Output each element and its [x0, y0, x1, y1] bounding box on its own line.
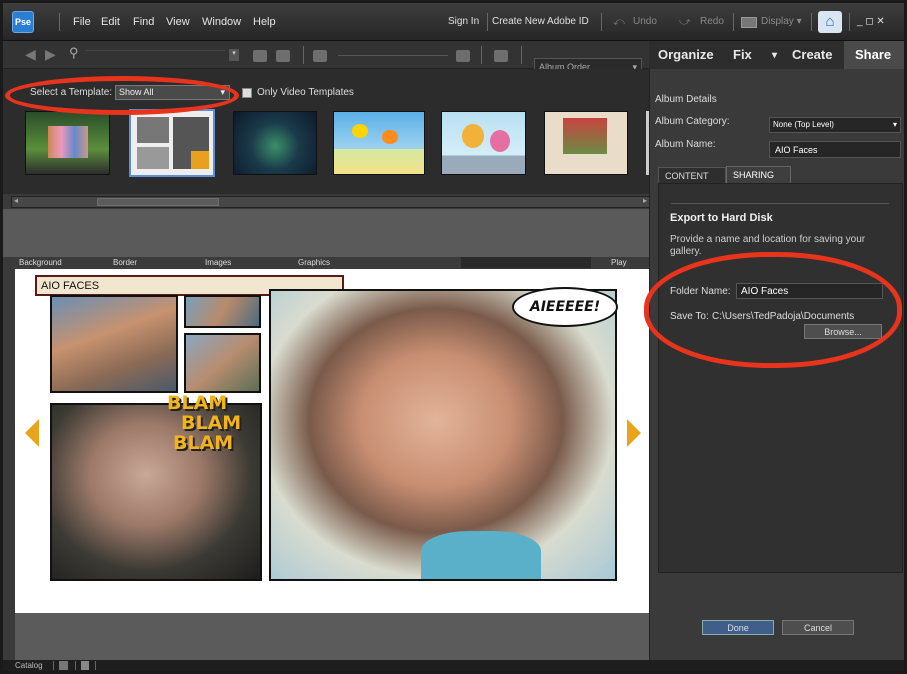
- album-category-select[interactable]: None (Top Level) ▾: [769, 117, 901, 133]
- menu-help[interactable]: Help: [253, 16, 276, 28]
- prev-arrow-icon[interactable]: [25, 419, 39, 447]
- rotate-right-icon[interactable]: [276, 50, 290, 62]
- video-only-checkbox[interactable]: [242, 88, 252, 98]
- album-name-input[interactable]: AIO Faces: [769, 141, 901, 158]
- tab-fix[interactable]: Fix: [733, 41, 752, 69]
- window-controls[interactable]: _ ◻ ✕: [857, 16, 885, 27]
- rotate-left-icon[interactable]: [253, 50, 267, 62]
- tab-create[interactable]: Create: [792, 41, 832, 69]
- undo-icon[interactable]: ⤺: [613, 16, 625, 29]
- template-thumbnail[interactable]: [233, 111, 317, 175]
- search-dropdown-icon[interactable]: ▾: [229, 49, 239, 61]
- home-icon[interactable]: ⌂: [818, 11, 842, 33]
- chevron-down-icon: ▾: [892, 120, 897, 129]
- tab-organize[interactable]: Organize: [658, 41, 714, 69]
- tab-sharing[interactable]: SHARING: [726, 166, 791, 184]
- menu-view[interactable]: View: [166, 16, 190, 28]
- album-details-heading: Album Details: [655, 94, 717, 105]
- redo-icon[interactable]: ⤻: [679, 16, 691, 29]
- gallery-preview: AIO FACES BLAM BLAM BLAM AIEEEEE!: [15, 269, 649, 613]
- tab-share[interactable]: Share: [855, 41, 891, 69]
- scrollbar-thumb[interactable]: [97, 198, 219, 206]
- menu-file[interactable]: File: [73, 16, 91, 28]
- blam-graphic[interactable]: BLAM BLAM BLAM: [167, 393, 259, 469]
- search-icon[interactable]: ⚲: [69, 45, 79, 61]
- tab-border[interactable]: Border: [113, 258, 137, 267]
- photo-group-top[interactable]: [184, 295, 261, 328]
- photo-men-pair[interactable]: [184, 333, 261, 393]
- photo-woman-main[interactable]: [269, 289, 617, 581]
- next-arrow-icon[interactable]: [627, 419, 641, 447]
- redo-button[interactable]: Redo: [700, 16, 724, 27]
- sign-in-link[interactable]: Sign In: [448, 16, 479, 27]
- done-button[interactable]: Done: [702, 620, 774, 635]
- scroll-left-icon[interactable]: ◂: [14, 196, 18, 205]
- cancel-button[interactable]: Cancel: [782, 620, 854, 635]
- tab-background[interactable]: Background: [19, 258, 62, 267]
- tab-graphics[interactable]: Graphics: [298, 258, 330, 267]
- album-category-label: Album Category:: [655, 116, 730, 127]
- photo-man-laughing[interactable]: [50, 295, 178, 393]
- forward-arrow-icon[interactable]: ▶: [45, 46, 56, 63]
- bin-icon[interactable]: [81, 661, 89, 670]
- display-icon: [741, 17, 757, 28]
- export-title: Export to Hard Disk: [670, 212, 773, 224]
- video-only-label: Only Video Templates: [257, 87, 354, 98]
- template-thumbnail[interactable]: [441, 111, 526, 175]
- back-arrow-icon[interactable]: ◀: [25, 46, 36, 63]
- menu-bar: Pse File Edit Find View Window Help Sign…: [3, 3, 904, 41]
- album-name-label: Album Name:: [655, 139, 716, 150]
- catalog-button[interactable]: Catalog: [15, 661, 43, 670]
- annotation-ellipse-export: [644, 252, 902, 368]
- fix-dropdown-icon[interactable]: ▾: [772, 41, 777, 69]
- create-adobe-id-link[interactable]: Create New Adobe ID: [492, 16, 589, 27]
- grid-view-icon[interactable]: [313, 50, 327, 62]
- menu-window[interactable]: Window: [202, 16, 241, 28]
- preview-tabs: Background Border Images Graphics Play: [11, 257, 651, 269]
- undo-button[interactable]: Undo: [633, 16, 657, 27]
- status-bar: Catalog: [3, 660, 904, 671]
- template-thumbnail[interactable]: [25, 111, 110, 175]
- template-thumbnail-selected[interactable]: [129, 109, 215, 177]
- speech-bubble[interactable]: AIEEEEE!: [512, 287, 618, 327]
- display-menu[interactable]: Display ▾: [761, 16, 802, 27]
- scroll-right-icon[interactable]: ▸: [643, 196, 647, 205]
- menu-find[interactable]: Find: [133, 16, 154, 28]
- template-thumbnail[interactable]: [333, 111, 425, 175]
- tab-content[interactable]: CONTENT: [658, 167, 726, 184]
- single-view-icon[interactable]: [456, 50, 470, 62]
- template-thumbnail[interactable]: [544, 111, 628, 175]
- grid-icon[interactable]: [59, 661, 68, 670]
- app-logo-icon: Pse: [12, 11, 34, 33]
- annotation-ellipse-template: [5, 76, 239, 115]
- play-button[interactable]: Play: [611, 258, 627, 267]
- fullscreen-icon[interactable]: [494, 50, 508, 62]
- app-window: Pse File Edit Find View Window Help Sign…: [3, 3, 904, 671]
- tab-images[interactable]: Images: [205, 258, 231, 267]
- zoom-slider[interactable]: [338, 55, 448, 56]
- template-scrollbar[interactable]: ◂ ▸: [11, 196, 651, 208]
- menu-edit[interactable]: Edit: [101, 16, 120, 28]
